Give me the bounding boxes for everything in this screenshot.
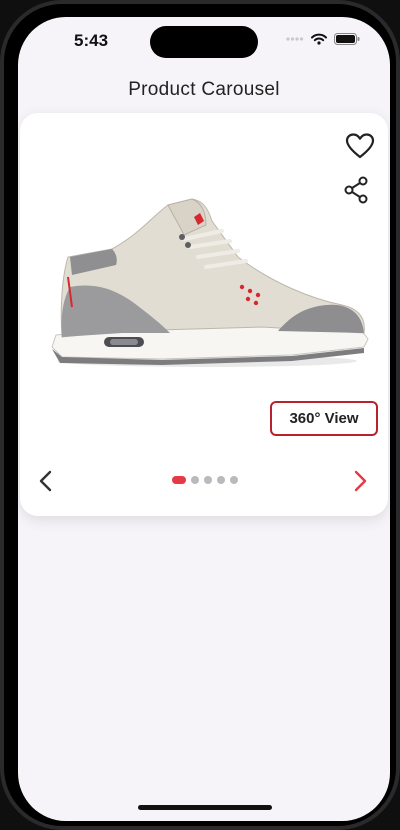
dynamic-island [150, 26, 258, 58]
chevron-left-icon [39, 470, 52, 492]
page-title: Product Carousel [128, 79, 280, 100]
signal-icon [286, 37, 304, 41]
chevron-right-icon [354, 470, 367, 492]
home-indicator [138, 805, 272, 810]
status-time: 5:43 [74, 31, 109, 50]
wifi-icon [311, 33, 327, 45]
prev-button[interactable] [36, 469, 56, 493]
carousel-dot[interactable] [204, 476, 212, 484]
favorite-button[interactable] [345, 132, 375, 160]
phone-bezel: 5:43 Product Carousel 360° View [4, 4, 396, 826]
carousel-dot[interactable] [172, 476, 186, 484]
view-360-button[interactable]: 360° View [270, 401, 378, 436]
carousel-dot[interactable] [191, 476, 199, 484]
status-bar: 5:43 [18, 17, 390, 65]
status-icons [286, 33, 360, 45]
next-button[interactable] [350, 469, 370, 493]
carousel-page-indicator [172, 476, 238, 484]
screen: 5:43 Product Carousel 360° View [18, 17, 390, 821]
battery-icon [334, 33, 360, 45]
carousel-dot[interactable] [217, 476, 225, 484]
carousel-dot[interactable] [230, 476, 238, 484]
sneaker-product-image [51, 198, 369, 367]
phone-frame: 5:43 Product Carousel 360° View [0, 0, 400, 830]
heart-icon [345, 133, 375, 159]
